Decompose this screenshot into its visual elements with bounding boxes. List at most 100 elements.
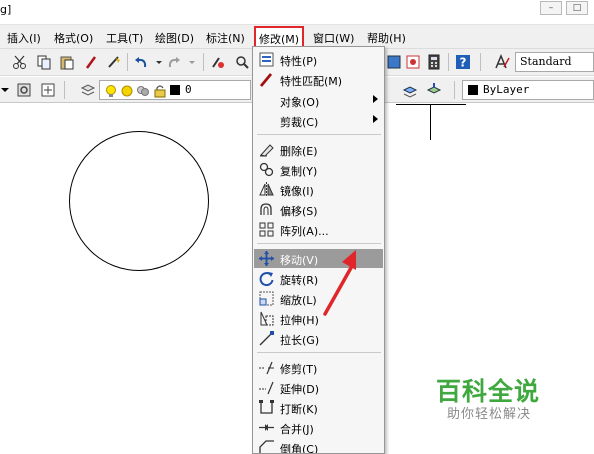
layer-select[interactable]: 0	[99, 80, 251, 100]
match-brush-icon[interactable]	[84, 54, 100, 70]
menu-item-label: 拉伸(H)	[280, 314, 319, 327]
menu-item-label: 倒角(C)	[280, 443, 319, 454]
menu-item-extend[interactable]: 延伸(D)	[254, 378, 383, 397]
toolbar-separator	[480, 53, 481, 71]
menu-item-label: 特性匹配(M)	[280, 75, 343, 88]
menu-format[interactable]: 格式(O)	[54, 30, 93, 46]
menu-help[interactable]: 帮助(H)	[367, 30, 406, 46]
offset-icon	[260, 203, 272, 215]
viewport-freeze-icon	[137, 86, 149, 96]
menu-item-join[interactable]: 合并(J)	[254, 418, 383, 437]
block-editor-icon[interactable]	[106, 54, 122, 70]
lock-icon	[154, 85, 166, 98]
sheet-set-icon[interactable]	[386, 54, 402, 70]
menu-item-label: 对象(O)	[280, 96, 320, 109]
layer-manager-icon[interactable]	[16, 82, 32, 98]
layers-icon[interactable]	[80, 82, 96, 98]
menu-item-match-properties[interactable]: 特性匹配(M)	[254, 70, 383, 89]
color-select[interactable]: ByLayer	[462, 80, 594, 100]
annotation-arrow-icon	[323, 250, 356, 316]
menu-item-label: 剪裁(C)	[280, 116, 319, 129]
menu-separator	[257, 352, 381, 353]
menu-item-clip[interactable]: 剪裁(C)	[254, 111, 383, 130]
menu-item-label: 拉长(G)	[280, 334, 320, 347]
make-current-layer-icon[interactable]	[402, 82, 418, 98]
text-style-icon[interactable]	[494, 54, 510, 70]
menu-draw[interactable]: 绘图(D)	[155, 30, 194, 46]
toolbar-separator	[454, 81, 455, 99]
svg-text:?: ?	[460, 56, 467, 70]
menu-dimension[interactable]: 标注(N)	[206, 30, 245, 46]
menu-item-label: 删除(E)	[280, 145, 318, 158]
menu-item-object[interactable]: 对象(O)	[254, 91, 383, 110]
undo-icon[interactable]	[133, 54, 149, 70]
menu-item-label: 特性(P)	[280, 55, 318, 68]
undo-dropdown-icon[interactable]	[151, 54, 167, 70]
markup-icon[interactable]	[405, 54, 421, 70]
menu-item-erase[interactable]: 删除(E)	[254, 140, 383, 159]
move-icon	[259, 251, 274, 266]
layer-color-swatch	[170, 85, 180, 95]
color-swatch	[468, 85, 478, 95]
drawn-circle[interactable]	[69, 131, 209, 271]
lightbulb-icon	[106, 85, 116, 97]
lengthen-icon	[259, 331, 274, 346]
menu-modify[interactable]: 修改(M)	[254, 26, 305, 48]
title-bar: g] – □	[0, 0, 594, 25]
layer-name: 0	[185, 83, 192, 96]
menu-item-label: 镜像(I)	[280, 185, 314, 198]
sun-icon	[121, 85, 133, 97]
menu-item-label: 阵列(A)...	[280, 225, 329, 238]
properties-icon	[259, 52, 274, 67]
toolbar-separator	[448, 53, 449, 71]
pan-icon[interactable]	[210, 54, 226, 70]
cursor-crosshair-vertical	[430, 104, 431, 140]
toolbar-separator	[64, 81, 65, 99]
menu-tools[interactable]: 工具(T)	[106, 30, 143, 46]
copy-clip-icon[interactable]	[36, 54, 52, 70]
menu-item-mirror[interactable]: 镜像(I)	[254, 180, 383, 199]
menu-item-label: 缩放(L)	[280, 294, 317, 307]
menu-item-offset[interactable]: 偏移(S)	[254, 200, 383, 219]
menu-item-label: 移动(V)	[280, 254, 319, 267]
menu-item-array[interactable]: 阵列(A)...	[254, 220, 383, 239]
zoom-icon[interactable]	[234, 54, 250, 70]
menu-item-label: 延伸(D)	[280, 383, 320, 396]
menu-item-lengthen[interactable]: 拉长(G)	[254, 329, 383, 348]
stretch-icon	[260, 311, 274, 326]
menu-item-chamfer[interactable]: 倒角(C)	[254, 438, 383, 454]
menu-item-break[interactable]: 打断(K)	[254, 398, 383, 417]
menu-item-label: 旋转(R)	[280, 274, 319, 287]
match-properties-icon	[259, 73, 273, 87]
menu-separator	[257, 134, 381, 135]
menu-window[interactable]: 窗口(W)	[313, 30, 354, 46]
toolbar-separator	[203, 53, 204, 71]
redo-icon[interactable]	[166, 54, 182, 70]
layer-state-icon[interactable]	[40, 82, 56, 98]
calculator-icon[interactable]	[426, 54, 442, 70]
rotate-icon	[259, 272, 274, 287]
maximize-button[interactable]: □	[566, 1, 588, 15]
layer-previous-icon[interactable]	[426, 82, 442, 98]
menu-item-properties[interactable]: 特性(P)	[254, 50, 383, 69]
menu-separator	[257, 243, 381, 244]
cut-icon[interactable]	[12, 54, 28, 70]
watermark-subtitle: 助你轻松解决	[447, 407, 532, 422]
submenu-arrow-icon	[373, 95, 378, 103]
copy-icon	[259, 162, 274, 177]
help-icon[interactable]: ?	[455, 54, 471, 70]
menu-insert[interactable]: 插入(I)	[7, 30, 41, 46]
redo-dropdown-icon[interactable]	[184, 54, 200, 70]
extend-icon	[259, 381, 274, 395]
minimize-button[interactable]: –	[540, 1, 562, 15]
array-icon	[259, 222, 274, 237]
menu-item-trim[interactable]: 修剪(T)	[254, 358, 383, 377]
menu-item-copy[interactable]: 复制(Y)	[254, 160, 383, 179]
paste-icon[interactable]	[59, 54, 75, 70]
text-style-select[interactable]: Standard	[515, 52, 594, 72]
menu-item-label: 复制(Y)	[280, 165, 318, 178]
chevron-down-icon[interactable]	[0, 82, 10, 98]
menu-item-label: 修剪(T)	[280, 363, 318, 376]
erase-icon	[260, 144, 274, 157]
break-icon	[259, 400, 274, 414]
